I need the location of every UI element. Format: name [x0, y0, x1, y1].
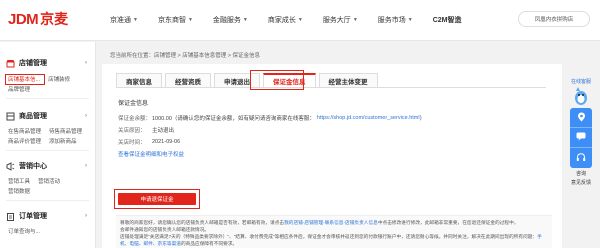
tab-divider	[116, 87, 546, 88]
nav-shangzhi[interactable]: 京东商智 ▼	[158, 15, 193, 25]
close-reason-value: 主动退出	[152, 128, 175, 134]
sidebar-head-label: 营销中心	[19, 163, 47, 170]
mascot-icon[interactable]	[573, 86, 589, 108]
sidebar-item-order-query[interactable]: 订单查询与...	[8, 227, 40, 235]
sidebar-group-order: 订单管理 › 订单查询与...	[0, 201, 95, 236]
sidebar-item-onsale[interactable]: 在售商品管理	[8, 127, 41, 135]
headset-icon	[576, 152, 586, 164]
sidebar-head-shop[interactable]: 店铺管理 ›	[6, 56, 95, 70]
nav-finance[interactable]: 金融服务 ▼	[213, 15, 248, 25]
sidebar-item-data[interactable]: 营销数据	[8, 187, 30, 195]
notice-text: 会邮件通知您的店铺负责人邮箱还款情况。	[120, 227, 210, 232]
highlight-box	[250, 70, 304, 90]
notice-box: 尊敬的商家您好，请您确认您的店铺负责人邮箱是否有效，若邮箱有效，请点击我的店铺-…	[116, 215, 552, 248]
close-reason-label: 关店原因：	[118, 128, 146, 134]
store-name: 凤凰内衣拼购店	[534, 17, 574, 23]
sidebar-item-add-product[interactable]: 添加新商品	[49, 137, 77, 145]
chevron-down-icon: ▼	[242, 17, 248, 23]
deposit-balance-value: 1000.00（请确认您的保证金余额，如有疑问请咨询商家在线客服：	[152, 116, 315, 122]
section-title: 保证金信息	[118, 101, 149, 107]
jdm-logo[interactable]: JDM 京麦	[8, 9, 68, 29]
breadcrumb: 您当前所在位置：店铺管理 > 店铺基本信息管理 > 保证金信息	[110, 53, 261, 59]
logo-letters: JDM	[8, 10, 39, 28]
sidebar-head-label: 订单管理	[19, 213, 47, 220]
sidebar-head-marketing[interactable]: 营销中心 ›	[6, 159, 95, 173]
widget-chat-button[interactable]	[570, 128, 592, 148]
notice-text: 中点击修改进行修改，此邮箱非常重要，在您退还保证金的过程中，	[377, 220, 519, 225]
chevron-right-icon: ›	[85, 163, 87, 169]
sidebar-item-decoration[interactable]: 店铺装修	[48, 75, 70, 83]
tab-entity-change[interactable]: 经营主体变更	[318, 73, 378, 87]
online-service-label: 在线客服	[570, 79, 591, 85]
widget-customer-service-button[interactable]	[570, 148, 592, 168]
notice-text: 的商品应保障有不同要求。	[180, 241, 238, 246]
deposit-balance-label: 保证金余额：	[118, 116, 152, 122]
store-icon	[6, 59, 15, 68]
deposit-balance-suffix: ）	[419, 116, 426, 122]
chevron-down-icon: ▼	[407, 17, 413, 23]
sidebar-item-activities[interactable]: 营销活动	[38, 177, 60, 185]
top-navigation-bar: JDM 京麦 京准通 ▼ 京东商智 ▼ 金融服务 ▼ 商家成长 ▼ 服务大厅 ▼ 服务市场…	[0, 0, 600, 41]
customer-service-link[interactable]: https://shop.jd.com/customer_service.htm…	[317, 115, 420, 121]
chevron-right-icon: ›	[85, 113, 87, 119]
chat-bubble-icon	[576, 132, 586, 143]
sidebar-head-product[interactable]: 商品管理 ›	[6, 109, 95, 123]
widget-location-button[interactable]	[570, 108, 592, 128]
sidebar-group-marketing: 营销中心 › 营销工具 营销活动 营销数据	[0, 151, 95, 201]
notice-text: 所有问题：	[513, 234, 538, 239]
sidebar-item-reviews[interactable]: 商品评价管理	[8, 137, 41, 145]
notice-text: 店铺处理满足"关店满足7天的（特殊品类要求除外）"、"结算、收付费完成"等相应条…	[120, 234, 514, 239]
sidebar-head-label: 店铺管理	[19, 60, 47, 67]
chevron-down-icon: ▼	[187, 17, 193, 23]
nav-service-market[interactable]: 服务市场 ▼	[378, 15, 413, 25]
sidebar-head-label: 商品管理	[19, 113, 47, 120]
deposit-info-section: 保证金信息 保证金余额： 1000.00（请确认您的保证金余额，如有疑问请咨询商…	[118, 98, 425, 158]
tab-merchant-info[interactable]: 商家信息	[116, 73, 162, 87]
logo-name: 京麦	[40, 12, 69, 28]
sidebar-head-order[interactable]: 订单管理 ›	[6, 209, 95, 223]
close-time-label: 关店时间：	[118, 140, 146, 146]
tab-bar: 商家信息 经营资质 申请退出 保证金信息 经营主体变更	[116, 73, 381, 87]
notice-text: 尊敬的商家您好，请您确认您的店铺负责人邮箱是否有效，若邮箱有效，请点击	[120, 220, 285, 225]
nav-c2m[interactable]: C2M智造	[433, 15, 462, 25]
location-pin-icon	[577, 112, 586, 124]
chevron-down-icon: ▼	[133, 17, 138, 23]
sidebar-group-product: 商品管理 › 在售商品管理 待售商品管理 商品评价管理 添加新商品	[0, 99, 95, 151]
clipboard-icon	[6, 212, 15, 221]
main-area: 您当前所在位置：店铺管理 > 店铺基本信息管理 > 保证金信息 商家信息 经营资…	[102, 42, 562, 248]
deposit-balance-row: 保证金余额： 1000.00（请确认您的保证金余额，如有疑问请咨询商家在线客服：…	[118, 112, 425, 124]
deposit-detail-link[interactable]: 查看保证金明细和电子权益	[118, 150, 425, 158]
sidebar-item-pending[interactable]: 待售商品管理	[49, 127, 82, 135]
nav-service-hall[interactable]: 服务大厅 ▼	[323, 15, 358, 25]
feedback-label[interactable]: 意见反馈	[566, 180, 596, 186]
sidebar-group-shop: 店铺管理 › 店铺基本信... 店铺装修 品牌管理	[0, 42, 95, 99]
consult-label[interactable]: 咨询	[566, 170, 596, 177]
store-selector[interactable]: 凤凰内衣拼购店	[518, 11, 590, 27]
nav-growth[interactable]: 商家成长 ▼	[268, 15, 303, 25]
close-reason-row: 关店原因： 主动退出	[118, 124, 425, 136]
notice-link[interactable]: 我的店铺-店铺管理-联系信息-店铺负责人信息	[284, 220, 378, 225]
sidebar: 店铺管理 › 店铺基本信... 店铺装修 品牌管理 商品管理 › 在售商品管理 …	[0, 42, 96, 248]
chevron-down-icon: ▼	[297, 17, 303, 23]
nav-jingzhuntong[interactable]: 京准通 ▼	[110, 15, 138, 25]
content-panel: 商家信息 经营资质 申请退出 保证金信息 经营主体变更 保证金信息 保证金余额：…	[102, 64, 562, 248]
highlight-box	[114, 189, 200, 209]
chevron-right-icon: ›	[85, 213, 87, 219]
megaphone-icon	[6, 161, 15, 171]
widget-panel	[570, 108, 592, 168]
chevron-right-icon: ›	[85, 60, 87, 66]
sidebar-item-tools[interactable]: 营销工具	[8, 177, 30, 185]
close-time-row: 关店时间： 2021-09-06	[118, 136, 425, 148]
chevron-down-icon: ▼	[352, 17, 358, 23]
close-time-value: 2021-09-06	[152, 139, 181, 145]
floating-service-widget: 在线客服 咨询 意见反馈	[566, 76, 596, 194]
highlight-box	[5, 74, 45, 85]
sidebar-item-brand[interactable]: 品牌管理	[8, 85, 30, 93]
main-nav: 京准通 ▼ 京东商智 ▼ 金融服务 ▼ 商家成长 ▼ 服务大厅 ▼ 服务市场 ▼ C2M智造	[110, 15, 482, 25]
box-icon	[6, 112, 15, 121]
tab-qualification[interactable]: 经营资质	[165, 73, 211, 87]
